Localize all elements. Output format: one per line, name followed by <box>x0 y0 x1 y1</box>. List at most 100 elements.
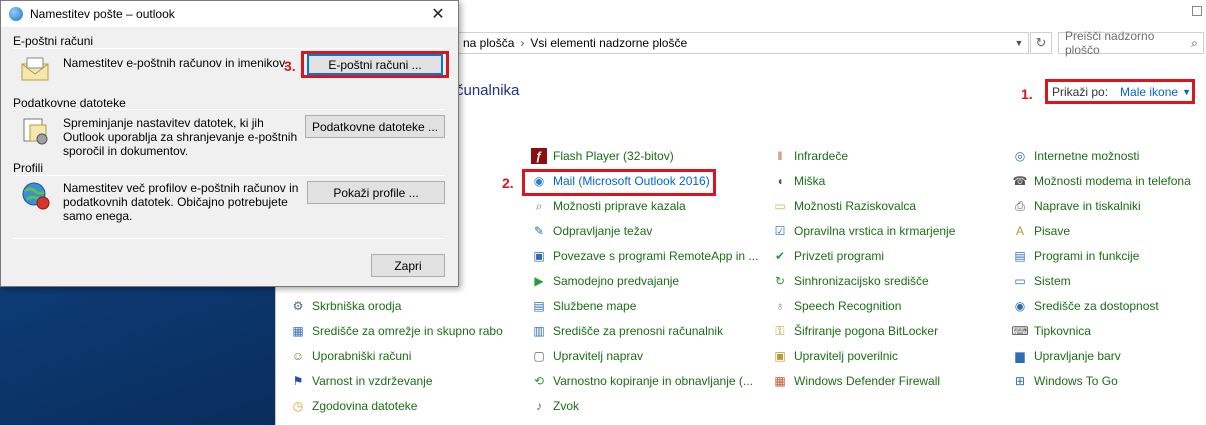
control-panel-item[interactable]: ▦ Središče za omrežje in skupno rabo <box>290 321 503 341</box>
section-text-data-files: Spreminjanje nastavitev datotek, ki jih … <box>63 116 298 158</box>
refresh-icon[interactable]: ↻ <box>1030 32 1052 54</box>
control-panel-item[interactable]: ▦ Windows Defender Firewall <box>772 371 940 391</box>
control-panel-item-label[interactable]: Tipkovnica <box>1034 324 1091 338</box>
control-panel-item[interactable]: ☑ Opravilna vrstica in krmarjenje <box>772 221 956 241</box>
control-panel-item-label[interactable]: Upravljanje barv <box>1034 349 1121 363</box>
profiles-globe-icon <box>22 182 50 210</box>
control-panel-item-label[interactable]: Središče za dostopnost <box>1034 299 1159 313</box>
control-panel-item-label[interactable]: Uporabniški računi <box>312 349 411 363</box>
credential-icon: ▣ <box>774 349 786 363</box>
control-panel-item[interactable]: ⚙ Skrbniška orodja <box>290 296 402 316</box>
color-management-icon: ▆ <box>1015 349 1025 363</box>
email-accounts-button[interactable]: E-poštni računi ... <box>307 54 443 75</box>
control-panel-item-label[interactable]: Povezave s programi RemoteApp in ... <box>553 249 758 263</box>
close-button[interactable]: Zapri <box>371 254 445 277</box>
control-panel-item-label[interactable]: Središče za omrežje in skupno rabo <box>312 324 503 338</box>
close-icon[interactable]: ✕ <box>418 4 458 24</box>
show-profiles-button[interactable]: Pokaži profile ... <box>307 181 445 204</box>
control-panel-item-label[interactable]: Odpravljanje težav <box>553 224 652 238</box>
view-by-value[interactable]: Male ikone <box>1120 85 1178 99</box>
control-panel-item[interactable]: ☎ Možnosti modema in telefona <box>1012 171 1191 191</box>
breadcrumb-item[interactable]: Vsi elementi nadzorne plošče <box>524 36 693 50</box>
control-panel-item-label[interactable]: Središče za prenosni računalnik <box>553 324 723 338</box>
control-panel-item[interactable]: ⊞ Windows To Go <box>1012 371 1118 391</box>
control-panel-item-label[interactable]: Sistem <box>1034 274 1071 288</box>
control-panel-item-label[interactable]: Programi in funkcije <box>1034 249 1139 263</box>
control-panel-item-label[interactable]: Infrardeče <box>794 149 848 163</box>
address-bar[interactable]: na plošča › Vsi elementi nadzorne plošče… <box>456 32 1029 54</box>
control-panel-item-label[interactable]: Upravitelj naprav <box>553 349 643 363</box>
control-panel-item[interactable]: ▆ Upravljanje barv <box>1012 346 1121 366</box>
control-panel-item[interactable]: ◎ Internetne možnosti <box>1012 146 1140 166</box>
control-panel-item[interactable]: ǁ Infrardeče <box>772 146 849 166</box>
control-panel-item[interactable]: ◉ Mail (Microsoft Outlook 2016) <box>531 171 710 191</box>
default-programs-icon: ✔ <box>774 249 786 263</box>
control-panel-item-label[interactable]: Možnosti modema in telefona <box>1034 174 1191 188</box>
search-placeholder: Preišči nadzorno ploščo <box>1065 29 1155 57</box>
control-panel-item-label[interactable]: Naprave in tiskalniki <box>1034 199 1141 213</box>
control-panel-item[interactable]: ▥ Središče za prenosni računalnik <box>531 321 723 341</box>
chevron-down-icon[interactable]: ▼ <box>1010 38 1028 48</box>
control-panel-item-label[interactable]: Zgodovina datoteke <box>312 399 417 413</box>
control-panel-item[interactable]: ◉ Središče za dostopnost <box>1012 296 1159 316</box>
control-panel-item[interactable]: ♪ Zvok <box>531 396 579 416</box>
control-panel-item[interactable]: ⎙ Naprave in tiskalniki <box>1012 196 1141 216</box>
control-panel-item-label[interactable]: Varnost in vzdrževanje <box>312 374 433 388</box>
control-panel-item[interactable]: ▤ Programi in funkcije <box>1012 246 1139 266</box>
control-panel-item[interactable]: ⚑ Varnost in vzdrževanje <box>290 371 433 391</box>
control-panel-item-label[interactable]: Windows Defender Firewall <box>794 374 940 388</box>
control-panel-item[interactable]: ◖ Miška <box>772 171 825 191</box>
view-by-selector[interactable]: Prikaži po: Male ikone ▼ <box>1045 79 1195 104</box>
maximize-button[interactable] <box>1192 6 1202 16</box>
search-icon[interactable]: ⌕ <box>1186 36 1203 51</box>
network-icon: ▦ <box>292 324 304 338</box>
control-panel-item[interactable]: ▶ Samodejno predvajanje <box>531 271 679 291</box>
search-input[interactable]: Preišči nadzorno ploščo ⌕ <box>1058 29 1204 57</box>
control-panel-item-label[interactable]: Windows To Go <box>1034 374 1118 388</box>
control-panel-item-label[interactable]: Skrbniška orodja <box>312 299 401 313</box>
control-panel-item-label[interactable]: Flash Player (32-bitov) <box>553 149 674 163</box>
step-number-2: 2. <box>502 175 514 191</box>
control-panel-item[interactable]: ▭ Sistem <box>1012 271 1071 291</box>
control-panel-item-label[interactable]: Možnosti priprave kazala <box>553 199 686 213</box>
control-panel-item-label[interactable]: Varnostno kopiranje in obnavljanje (... <box>553 374 753 388</box>
control-panel-item-label[interactable]: Šifriranje pogona BitLocker <box>794 324 938 338</box>
control-panel-item[interactable]: ♁ Speech Recognition <box>772 296 902 316</box>
control-panel-item-label[interactable]: Mail (Microsoft Outlook 2016) <box>553 174 710 188</box>
control-panel-item-label[interactable]: Pisave <box>1034 224 1070 238</box>
control-panel-item[interactable]: ƒ Flash Player (32-bitov) <box>531 146 674 166</box>
chevron-down-icon[interactable]: ▼ <box>1182 87 1191 97</box>
control-panel-item-label[interactable]: Sinhronizacijsko središče <box>794 274 929 288</box>
data-files-button[interactable]: Podatkovne datoteke ... <box>305 115 445 138</box>
control-panel-item[interactable]: ⟲ Varnostno kopiranje in obnavljanje (... <box>531 371 753 391</box>
control-panel-item-label[interactable]: Zvok <box>553 399 579 413</box>
control-panel-item[interactable]: ☺ Uporabniški računi <box>290 346 412 366</box>
control-panel-item[interactable]: ▭ Možnosti Raziskovalca <box>772 196 916 216</box>
control-panel-item[interactable]: ⌨ Tipkovnica <box>1011 321 1091 341</box>
control-panel-item[interactable]: ▢ Upravitelj naprav <box>531 346 643 366</box>
control-panel-item-label[interactable]: Miška <box>794 174 825 188</box>
control-panel-item[interactable]: ▤ Službene mape <box>531 296 636 316</box>
control-panel-item[interactable]: ⌕ Možnosti priprave kazala <box>531 196 686 216</box>
control-panel-item[interactable]: ⚿ Šifriranje pogona BitLocker <box>772 321 938 341</box>
control-panel-item-label[interactable]: Opravilna vrstica in krmarjenje <box>794 224 955 238</box>
control-panel-item[interactable]: A Pisave <box>1012 221 1070 241</box>
control-panel-item[interactable]: ▣ Upravitelj poverilnic <box>772 346 898 366</box>
control-panel-item-label[interactable]: Internetne možnosti <box>1034 149 1139 163</box>
email-envelope-icon <box>21 57 49 81</box>
control-panel-item[interactable]: ✎ Odpravljanje težav <box>531 221 652 241</box>
control-panel-item-label[interactable]: Službene mape <box>553 299 636 313</box>
internet-options-icon: ◎ <box>1014 149 1026 163</box>
control-panel-item-label[interactable]: Možnosti Raziskovalca <box>794 199 916 213</box>
control-panel-item[interactable]: ◷ Zgodovina datoteke <box>290 396 418 416</box>
keyboard-icon: ⌨ <box>1011 324 1029 338</box>
control-panel-item[interactable]: ✔ Privzeti programi <box>772 246 884 266</box>
breadcrumb-item[interactable]: na plošča <box>457 36 520 50</box>
control-panel-item-label[interactable]: Speech Recognition <box>794 299 901 313</box>
control-panel-item[interactable]: ▣ Povezave s programi RemoteApp in ... <box>531 246 758 266</box>
control-panel-item[interactable]: ↻ Sinhronizacijsko središče <box>772 271 929 291</box>
troubleshoot-icon: ✎ <box>533 224 545 238</box>
control-panel-item-label[interactable]: Samodejno predvajanje <box>553 274 679 288</box>
control-panel-item-label[interactable]: Upravitelj poverilnic <box>794 349 898 363</box>
control-panel-item-label[interactable]: Privzeti programi <box>794 249 884 263</box>
